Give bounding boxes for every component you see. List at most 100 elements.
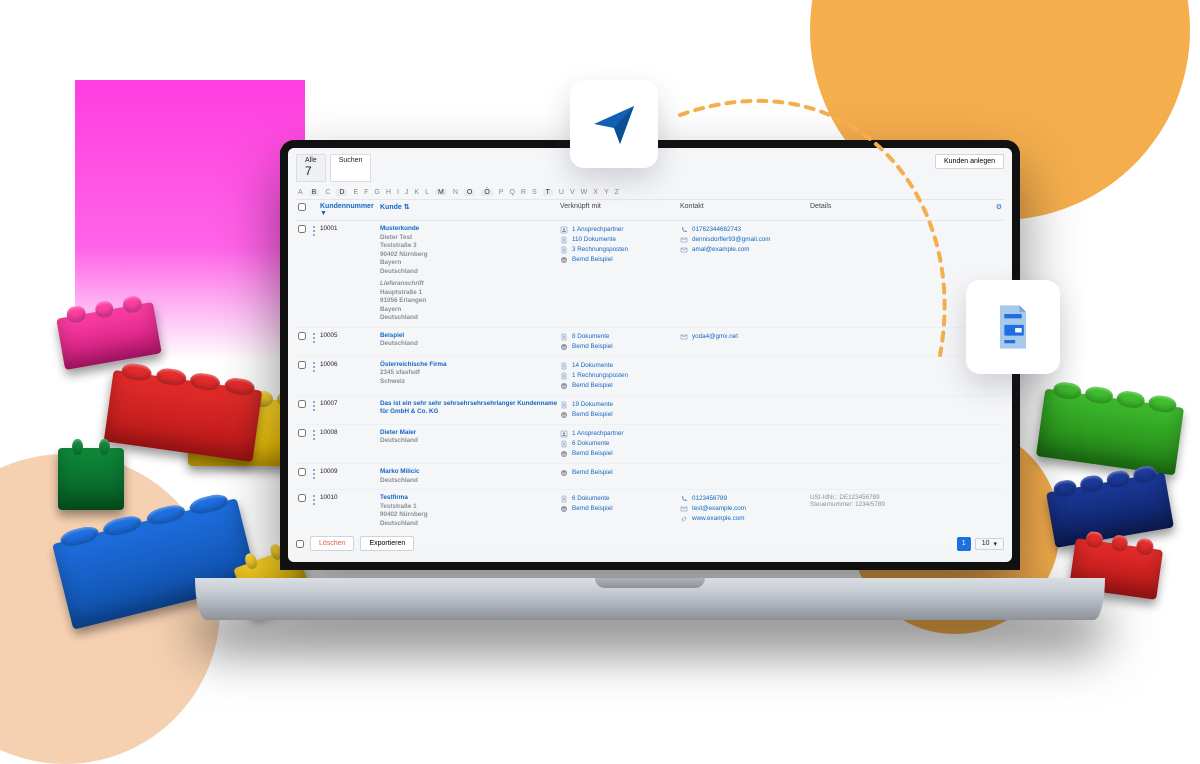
alpha-letter-Ö[interactable]: Ö — [481, 189, 492, 196]
customer-name-link[interactable]: Testfirma — [380, 494, 560, 503]
contact-item[interactable]: 0123456789 — [692, 494, 727, 504]
linked-item[interactable]: 110 Dokumente — [572, 235, 616, 245]
linked-item[interactable]: Bernd Beispiel — [572, 342, 613, 352]
contact-item[interactable]: amal@example.com — [692, 245, 750, 255]
linked-item[interactable]: Bernd Beispiel — [572, 468, 613, 478]
table-row[interactable]: 10007Das ist ein sehr sehr sehrsehrsehrs… — [296, 396, 1004, 425]
linked-item[interactable]: Bernd Beispiel — [572, 504, 613, 514]
th-kunde[interactable]: Kunde ⇅ — [380, 203, 560, 217]
row-checkbox[interactable] — [298, 361, 306, 369]
row-grip-icon[interactable] — [312, 400, 320, 420]
alpha-letter-P[interactable]: P — [499, 189, 504, 196]
customer-name-link[interactable]: Beispiel — [380, 332, 560, 341]
alpha-letter-Z[interactable]: Z — [615, 189, 619, 196]
linked-item[interactable]: 1 Ansprechpartner — [572, 225, 623, 235]
tab-search[interactable]: Suchen — [330, 154, 372, 182]
alpha-filter[interactable]: ABCDEFGHIJKLMNOÖPQRSTUVWXYZ — [296, 186, 1004, 199]
alpha-letter-E[interactable]: E — [353, 189, 358, 196]
footer-select-all-checkbox[interactable] — [296, 540, 304, 548]
linked-item[interactable]: 3 Rechnungsposten — [572, 245, 628, 255]
create-customer-button[interactable]: Kunden anlegen — [935, 154, 1004, 169]
alpha-letter-X[interactable]: X — [593, 189, 598, 196]
linked-item[interactable]: Bernd Beispiel — [572, 449, 613, 459]
alpha-letter-R[interactable]: R — [521, 189, 526, 196]
customer-name-link[interactable]: Das ist ein sehr sehr sehrsehrsehrsehrla… — [380, 400, 560, 417]
th-configure-icon[interactable]: ⚙ — [988, 203, 1002, 217]
alpha-letter-K[interactable]: K — [414, 189, 419, 196]
export-button[interactable]: Exportieren — [360, 536, 414, 551]
doc-icon — [560, 440, 568, 448]
alpha-letter-S[interactable]: S — [532, 189, 537, 196]
row-checkbox[interactable] — [298, 332, 306, 340]
alpha-letter-C[interactable]: C — [325, 189, 330, 196]
alpha-letter-F[interactable]: F — [364, 189, 368, 196]
customer-name-link[interactable]: Marko Milicic — [380, 468, 560, 477]
table-row[interactable]: 10008Dieter MaierDeutschland1 Ansprechpa… — [296, 425, 1004, 464]
chevron-down-icon: ▾ — [993, 540, 997, 548]
contact-item[interactable]: www.example.com — [692, 514, 745, 524]
customer-name-link[interactable]: Österreichische Firma — [380, 361, 560, 370]
linked-item[interactable]: Bernd Beispiel — [572, 381, 613, 391]
tab-all[interactable]: Alle 7 — [296, 154, 326, 182]
contact-item[interactable]: dennisdorfler93@gmail.com — [692, 235, 771, 245]
table-row[interactable]: 10005BeispielDeutschland8 DokumenteBBBer… — [296, 328, 1004, 357]
alpha-letter-V[interactable]: V — [570, 189, 575, 196]
alpha-letter-G[interactable]: G — [374, 189, 379, 196]
customer-name-link[interactable]: Dieter Maier — [380, 429, 560, 438]
alpha-letter-Q[interactable]: Q — [509, 189, 514, 196]
alpha-letter-I[interactable]: I — [397, 189, 399, 196]
page-size-select[interactable]: 10 ▾ — [975, 538, 1004, 550]
row-checkbox[interactable] — [298, 468, 306, 476]
customer-name-link[interactable]: Musterkunde — [380, 225, 560, 234]
cell-kunde: MusterkundeDieter TestTeststraße 390402 … — [380, 225, 560, 323]
table-row[interactable]: 10006Österreichische Firma2345 sfasfsdfS… — [296, 357, 1004, 396]
alpha-letter-A[interactable]: A — [298, 189, 303, 196]
linked-item[interactable]: 1 Ansprechpartner — [572, 429, 623, 439]
row-grip-icon[interactable] — [312, 225, 320, 323]
row-grip-icon[interactable] — [312, 468, 320, 485]
row-checkbox[interactable] — [298, 494, 306, 502]
row-checkbox[interactable] — [298, 400, 306, 408]
linked-item[interactable]: Bernd Beispiel — [572, 410, 613, 420]
alpha-letter-Y[interactable]: Y — [604, 189, 609, 196]
laptop-base — [195, 578, 1105, 620]
th-kontakt: Kontakt — [680, 203, 810, 217]
th-kundennummer[interactable]: Kundennummer ▼ — [320, 203, 380, 217]
linked-item[interactable]: 19 Dokumente — [572, 400, 613, 410]
row-grip-icon[interactable] — [312, 361, 320, 391]
alpha-letter-M[interactable]: M — [435, 189, 447, 196]
alpha-letter-B[interactable]: B — [309, 189, 320, 196]
row-grip-icon[interactable] — [312, 494, 320, 528]
alpha-letter-H[interactable]: H — [386, 189, 391, 196]
cell-verknuepft: 14 Dokumente1 RechnungspostenBBBernd Bei… — [560, 361, 680, 391]
alpha-letter-N[interactable]: N — [453, 189, 458, 196]
linked-item[interactable]: 6 Dokumente — [572, 494, 609, 504]
linked-item[interactable]: 14 Dokumente — [572, 361, 613, 371]
row-grip-icon[interactable] — [312, 332, 320, 352]
linked-item[interactable]: 6 Dokumente — [572, 439, 609, 449]
contact-item[interactable]: 01762344682743 — [692, 225, 741, 235]
delete-button[interactable]: Löschen — [310, 536, 354, 551]
contact-item[interactable]: test@example.com — [692, 504, 746, 514]
table-row[interactable]: 10010TestfirmaTeststraße 190402 Nürnberg… — [296, 490, 1004, 532]
linked-item[interactable]: 8 Dokumente — [572, 332, 609, 342]
cell-kundennummer: 10001 — [320, 225, 380, 323]
alpha-letter-T[interactable]: T — [543, 189, 553, 196]
alpha-letter-J[interactable]: J — [405, 189, 409, 196]
row-checkbox[interactable] — [298, 225, 306, 233]
table-row[interactable]: 10001MusterkundeDieter TestTeststraße 39… — [296, 221, 1004, 328]
alpha-letter-L[interactable]: L — [425, 189, 429, 196]
row-grip-icon[interactable] — [312, 429, 320, 459]
linked-item[interactable]: 1 Rechnungsposten — [572, 371, 628, 381]
row-checkbox[interactable] — [298, 429, 306, 437]
page-1-button[interactable]: 1 — [957, 537, 971, 551]
contact-item[interactable]: yoda4@gmx.net — [692, 332, 738, 342]
alpha-letter-O[interactable]: O — [464, 189, 475, 196]
alpha-letter-W[interactable]: W — [581, 189, 588, 196]
select-all-checkbox[interactable] — [298, 203, 306, 211]
cell-kontakt — [680, 429, 810, 459]
alpha-letter-D[interactable]: D — [336, 189, 347, 196]
table-row[interactable]: 10009Marko MilicicDeutschlandBBBernd Bei… — [296, 464, 1004, 490]
alpha-letter-U[interactable]: U — [559, 189, 564, 196]
linked-item[interactable]: Bernd Beispiel — [572, 255, 613, 265]
